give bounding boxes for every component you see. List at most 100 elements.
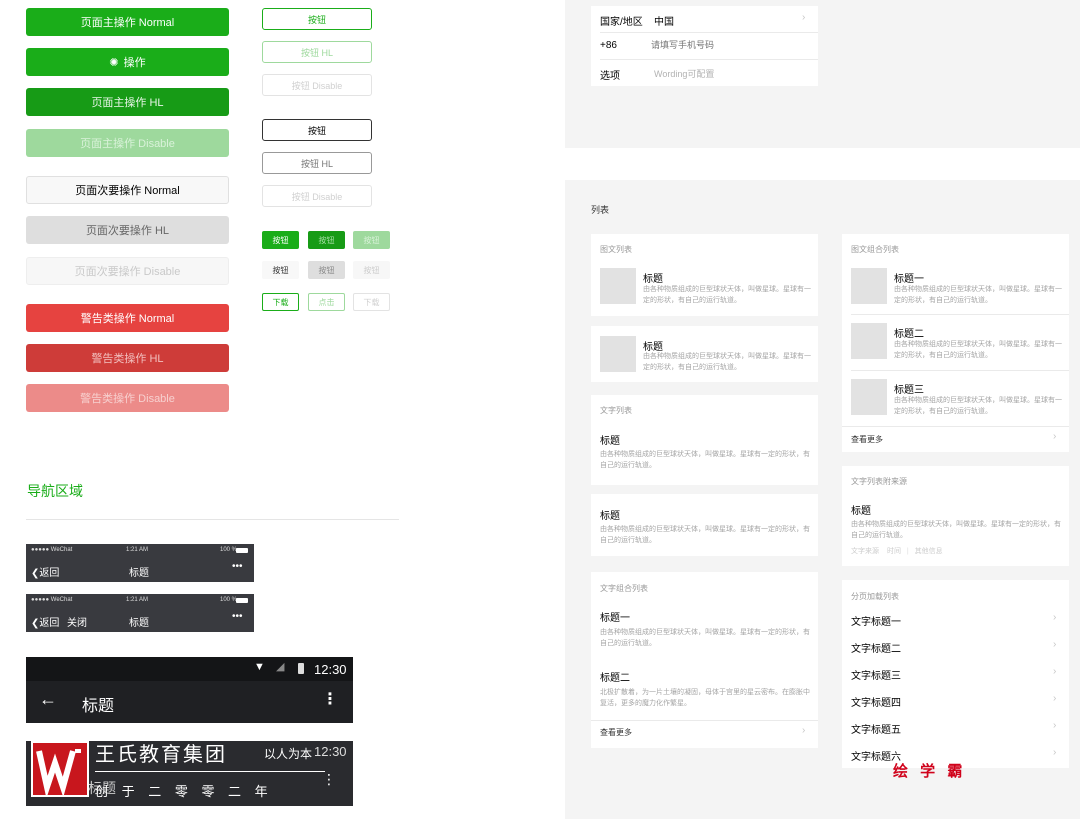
paged-item-5[interactable]: 文字标题五 [851, 721, 901, 736]
status-time: 12:30 [314, 662, 347, 677]
mini-green-button-disable: 按钮 [353, 231, 390, 249]
meta-separator: | [906, 548, 909, 555]
primary-button-hl[interactable]: 页面主操作 HL [26, 88, 229, 116]
battery-icon [236, 598, 248, 603]
watermark-founded: 创 于 二 零 零 二 年 [95, 784, 273, 799]
mini-gray-button-disable: 按钮 [353, 261, 390, 279]
ios-navbar-back: ●●●●● WeChat 1:21 AM 100 % ❮返回 标题 ••• [26, 544, 254, 582]
primary-button-loading[interactable]: ✺ 操作 [26, 48, 229, 76]
thumbnail-image [600, 336, 636, 372]
arrow-left-icon[interactable]: ← [39, 689, 57, 710]
list-item-title[interactable]: 标题 [600, 507, 620, 522]
outline-green-button[interactable]: 按钮 [262, 8, 372, 30]
list-item-desc: 由各种物质组成的巨型球状天体，叫做星球。星球有一定的形状，有自己的运行轨道。 [851, 521, 1061, 539]
divider [851, 370, 1069, 371]
phone-input[interactable] [651, 38, 801, 52]
mini-green-button[interactable]: 按钮 [262, 231, 299, 249]
list-item-desc: 北极扩散着，为一片土壤的凝固，母体于宫里的星云密布。在膨胀中复活，更多的魔力化作… [600, 689, 810, 707]
back-button[interactable]: ❮返回 [31, 564, 59, 579]
outline-green-button-hl[interactable]: 按钮 HL [262, 41, 372, 63]
mini-gray-button[interactable]: 按钮 [262, 261, 299, 279]
status-time: 12:30 [314, 744, 347, 759]
paged-item-3[interactable]: 文字标题三 [851, 667, 901, 682]
text-list-label: 文字列表 [600, 406, 632, 415]
primary-button-normal[interactable]: 页面主操作 Normal [26, 8, 229, 36]
mini-outline-click-button[interactable]: 点击 [308, 293, 345, 311]
list-item-title[interactable]: 标题二 [894, 325, 924, 340]
primary-button-disable: 页面主操作 Disable [26, 129, 229, 157]
android-status-bar: ▼ ◢ 12:30 [26, 657, 353, 681]
chevron-right-icon: › [1053, 639, 1057, 650]
nav-title: 标题 [129, 568, 149, 579]
chevron-right-icon: › [1053, 666, 1057, 677]
meta-other: 其他信息 [914, 548, 943, 555]
mini-outline-download-button[interactable]: 下载 [262, 293, 299, 311]
ios-navbar-close: ●●●●● WeChat 1:21 AM 100 % ❮返回 关闭 标题 ••• [26, 594, 254, 632]
paged-list-label: 分页加载列表 [851, 592, 899, 601]
chevron-right-icon: › [1053, 693, 1057, 704]
form-card: 国家/地区 中国 › +86 选项 Wording可配置 [591, 6, 818, 86]
status-time: 1:21 AM [126, 597, 149, 603]
list-item-title[interactable]: 标题三 [894, 381, 924, 396]
country-code[interactable]: +86 [600, 40, 617, 51]
more-vertical-icon[interactable]: ⋮ [322, 771, 336, 788]
back-button[interactable]: ❮返回 [31, 614, 59, 629]
view-more-link[interactable]: 查看更多 [600, 727, 632, 738]
mini-green-button-hl[interactable]: 按钮 [308, 231, 345, 249]
paged-item-2[interactable]: 文字标题二 [851, 640, 901, 655]
media-combo-label: 图文组合列表 [851, 245, 899, 254]
media-list-card-2: 标题 由各种物质组成的巨型球状天体，叫做星球。星球有一定的形状，有自己的运行轨道… [591, 326, 818, 382]
list-item-title[interactable]: 标题 [851, 502, 871, 517]
chevron-right-icon: › [1053, 747, 1057, 758]
list-item-desc: 由各种物质组成的巨型球状天体，叫做星球。星球有一定的形状，有自己的运行轨道。 [600, 451, 810, 469]
secondary-button-hl[interactable]: 页面次要操作 HL [26, 216, 229, 244]
more-vertical-icon[interactable]: ⋮ [322, 689, 338, 709]
media-list-label: 图文列表 [600, 245, 632, 254]
list-item-title[interactable]: 标题二 [600, 669, 630, 684]
list-item-title[interactable]: 标题 [643, 270, 663, 285]
list-item-desc: 由各种物质组成的巨型球状天体，叫做星球。星球有一定的形状，有自己的运行轨道。 [600, 526, 810, 544]
paged-item-1[interactable]: 文字标题一 [851, 613, 901, 628]
meta-info: 文字来源 时间 | 其他信息 [851, 546, 943, 556]
list-item-desc: 由各种物质组成的巨型球状天体，叫做星球。星球有一定的形状，有自己的运行轨道。 [894, 397, 1062, 415]
secondary-button-normal[interactable]: 页面次要操作 Normal [26, 176, 229, 204]
w-logo-icon [36, 749, 81, 795]
option-value[interactable]: Wording可配置 [654, 67, 714, 80]
text-list-card: 文字列表 标题 由各种物质组成的巨型球状天体，叫做星球。星球有一定的形状，有自己… [591, 395, 818, 485]
outline-green-button-disable: 按钮 Disable [262, 74, 372, 96]
warn-button-normal[interactable]: 警告类操作 Normal [26, 304, 229, 332]
list-item-title[interactable]: 标题 [600, 432, 620, 447]
thumbnail-image [600, 268, 636, 304]
outline-black-button[interactable]: 按钮 [262, 119, 372, 141]
watermark-slogan: 以人为本 [264, 747, 313, 761]
chevron-right-icon: › [1053, 720, 1057, 731]
battery-icon [298, 663, 304, 674]
close-button[interactable]: 关闭 [67, 614, 87, 629]
mini-gray-button-hl[interactable]: 按钮 [308, 261, 345, 279]
text-combo-card: 文字组合列表 标题一 由各种物质组成的巨型球状天体，叫做星球。星球有一定的形状，… [591, 572, 818, 748]
list-item-desc: 由各种物质组成的巨型球状天体，叫做星球。星球有一定的形状，有自己的运行轨道。 [643, 353, 811, 371]
option-label: 选项 [600, 71, 620, 82]
thumbnail-image [851, 379, 887, 415]
text-combo-label: 文字组合列表 [600, 584, 648, 593]
list-item-title[interactable]: 标题一 [600, 609, 630, 624]
paged-item-4[interactable]: 文字标题四 [851, 694, 901, 709]
more-icon[interactable]: ••• [232, 561, 243, 572]
warn-button-hl[interactable]: 警告类操作 HL [26, 344, 229, 372]
list-item-desc: 由各种物质组成的巨型球状天体，叫做星球。星球有一定的形状，有自己的运行轨道。 [643, 286, 811, 304]
more-icon[interactable]: ••• [232, 611, 243, 622]
nav-section-title: 导航区域 [27, 483, 83, 499]
outline-black-button-hl[interactable]: 按钮 HL [262, 152, 372, 174]
status-battery: 100 % [220, 547, 238, 553]
country-select[interactable]: 中国 [654, 13, 674, 28]
chevron-right-icon: › [802, 725, 806, 736]
android-navbar: ▼ ◢ 12:30 ← 标题 ⋮ [26, 657, 353, 723]
battery-icon [236, 548, 248, 553]
watermark-right: 绘 学 霸 [893, 763, 967, 780]
list-item-desc: 由各种物质组成的巨型球状天体，叫做星球。星球有一定的形状，有自己的运行轨道。 [600, 629, 810, 647]
nav-title: 标题 [82, 698, 115, 715]
list-item-title[interactable]: 标题一 [894, 270, 924, 285]
country-label: 国家/地区 [600, 17, 643, 28]
text-source-label: 文字列表附来源 [851, 477, 907, 486]
view-more-link[interactable]: 查看更多 [851, 434, 883, 445]
